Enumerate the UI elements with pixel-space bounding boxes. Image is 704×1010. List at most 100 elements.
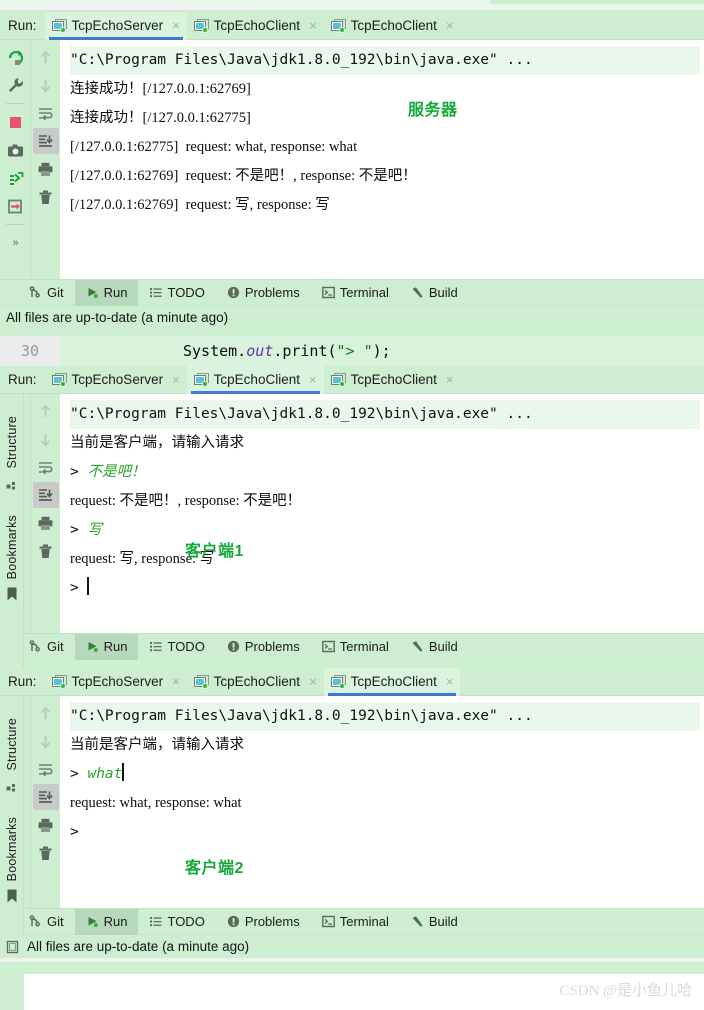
trash-icon[interactable] (33, 840, 59, 866)
tool-window-git[interactable]: Git (18, 909, 75, 935)
close-icon[interactable]: × (446, 372, 454, 387)
run-play-icon (88, 642, 98, 652)
bookmarks-tool-button[interactable]: Bookmarks (5, 813, 19, 885)
soft-wrap-icon[interactable] (33, 756, 59, 782)
tool-window-problems[interactable]: Problems (216, 280, 311, 306)
tool-window-todo[interactable]: TODO (138, 280, 215, 306)
tool-window-label: Run (103, 639, 128, 654)
run-play-icon (88, 917, 98, 927)
close-icon[interactable]: × (309, 372, 317, 387)
run-config-icon (330, 372, 346, 387)
close-icon[interactable]: × (172, 372, 180, 387)
tool-window-label: Git (47, 285, 64, 300)
console-line: 连接成功！[/127.0.0.1:62769] (70, 81, 251, 97)
arrow-down-icon[interactable] (33, 426, 59, 452)
print-icon[interactable] (33, 156, 59, 182)
rerun-icon[interactable] (2, 44, 28, 70)
tool-window-terminal[interactable]: Terminal (311, 280, 400, 306)
scroll-to-end-icon[interactable] (32, 482, 59, 508)
annotation-client1: 客户端1 (185, 543, 244, 560)
close-icon[interactable]: × (446, 674, 454, 689)
threads-icon[interactable] (2, 165, 28, 191)
run-tab-tcpechoclient-2[interactable]: TcpEchoClient × (323, 667, 461, 696)
tool-window-problems[interactable]: Problems (216, 909, 311, 935)
console-server: » "C:\Program Files\Java\jdk1.8.0_192\bi… (0, 40, 704, 279)
console-line: 连接成功！[/127.0.0.1:62775] (70, 110, 251, 126)
run-tab-tcpechoclient-1[interactable]: TcpEchoClient × (187, 12, 324, 40)
structure-tool-button[interactable]: Structure (5, 412, 19, 473)
tool-window-git[interactable]: Git (18, 280, 75, 306)
console-line: "C:\Program Files\Java\jdk1.8.0_192\bin\… (70, 46, 700, 75)
structure-tool-button[interactable]: Structure (5, 714, 19, 775)
tool-window-run[interactable]: Run (74, 279, 139, 306)
close-icon[interactable]: × (309, 674, 317, 689)
tool-window-todo[interactable]: TODO (138, 909, 215, 935)
todo-list-icon (150, 288, 162, 298)
console-output-client1[interactable]: "C:\Program Files\Java\jdk1.8.0_192\bin\… (60, 394, 704, 633)
bookmarks-tool-button[interactable]: Bookmarks (5, 511, 19, 583)
stop-icon[interactable] (2, 109, 28, 135)
run-tab-tcpechoserver[interactable]: TcpEchoServer × (44, 11, 187, 40)
tool-window-label: TODO (167, 639, 205, 654)
tool-window-terminal[interactable]: Terminal (311, 909, 400, 935)
tool-window-terminal[interactable]: Terminal (311, 634, 400, 660)
console-input-line-active[interactable]: > (70, 574, 700, 603)
tool-window-git[interactable]: Git (18, 634, 75, 660)
console-output-client2[interactable]: "C:\Program Files\Java\jdk1.8.0_192\bin\… (60, 696, 704, 908)
arrow-up-icon[interactable] (33, 398, 59, 424)
expand-toolbar-icon[interactable]: » (2, 230, 28, 256)
close-icon[interactable]: × (172, 674, 180, 689)
editor-strip-fill (490, 0, 704, 4)
console-client2: » (0, 696, 704, 908)
console-line: request: what, response: what (70, 795, 242, 811)
tool-window-label: Terminal (339, 639, 389, 654)
tool-window-run[interactable]: Run (74, 908, 139, 935)
tool-window-label: Build (428, 639, 458, 654)
arrow-down-icon[interactable] (33, 72, 59, 98)
annotation-server: 服务器 (408, 102, 458, 119)
run-tab-tcpechoclient-2[interactable]: TcpEchoClient × (324, 366, 461, 394)
scroll-to-end-icon[interactable] (32, 784, 59, 810)
wrench-icon[interactable] (2, 72, 28, 98)
print-icon[interactable] (33, 812, 59, 838)
run-tab-label: TcpEchoClient (350, 372, 437, 387)
close-icon[interactable]: × (446, 18, 454, 33)
tool-window-build[interactable]: Build (400, 634, 469, 660)
tool-window-run[interactable]: Run (74, 633, 139, 660)
run-config-icon (51, 18, 67, 33)
run-tab-tcpechoserver[interactable]: TcpEchoServer × (45, 668, 187, 696)
soft-wrap-icon[interactable] (33, 100, 59, 126)
print-icon[interactable] (33, 510, 59, 536)
tool-window-todo[interactable]: TODO (138, 634, 215, 660)
arrow-up-icon[interactable] (33, 44, 59, 70)
console-output-server[interactable]: "C:\Program Files\Java\jdk1.8.0_192\bin\… (60, 40, 704, 279)
console-toolbar-col-left: » (0, 40, 30, 279)
trash-icon[interactable] (33, 538, 59, 564)
structure-icon (6, 779, 18, 797)
console-input-line-active[interactable]: > what (70, 760, 700, 789)
run-tab-tcpechoclient-1[interactable]: TcpEchoClient × (187, 668, 324, 696)
camera-icon[interactable] (2, 137, 28, 163)
arrow-down-icon[interactable] (33, 728, 59, 754)
tool-window-label: Problems (244, 639, 300, 654)
code-line-30[interactable]: 30 System.out.print("> "); (0, 336, 704, 366)
git-branch-icon (29, 640, 40, 652)
run-tab-tcpechoclient-1[interactable]: TcpEchoClient × (186, 365, 324, 394)
tool-window-build[interactable]: Build (400, 909, 469, 935)
arrow-up-icon[interactable] (33, 700, 59, 726)
soft-wrap-icon[interactable] (33, 454, 59, 480)
close-icon[interactable]: × (309, 18, 317, 33)
run-tab-tcpechoclient-2[interactable]: TcpEchoClient × (324, 12, 461, 40)
run-tab-tcpechoserver[interactable]: TcpEchoServer × (45, 366, 187, 394)
status-bottom-divider (0, 958, 704, 962)
scroll-to-end-icon[interactable] (32, 128, 59, 154)
close-icon[interactable]: × (172, 18, 180, 33)
run-tab-label: TcpEchoClient (213, 372, 300, 387)
exit-icon[interactable] (2, 193, 28, 219)
run-tabs-bar-server: Run: TcpEchoServer × TcpEchoClient × Tcp… (0, 11, 704, 40)
tool-window-problems[interactable]: Problems (216, 634, 311, 660)
run-play-icon (88, 288, 98, 298)
terminal-icon (321, 286, 335, 299)
tool-window-build[interactable]: Build (400, 280, 469, 306)
trash-icon[interactable] (33, 184, 59, 210)
